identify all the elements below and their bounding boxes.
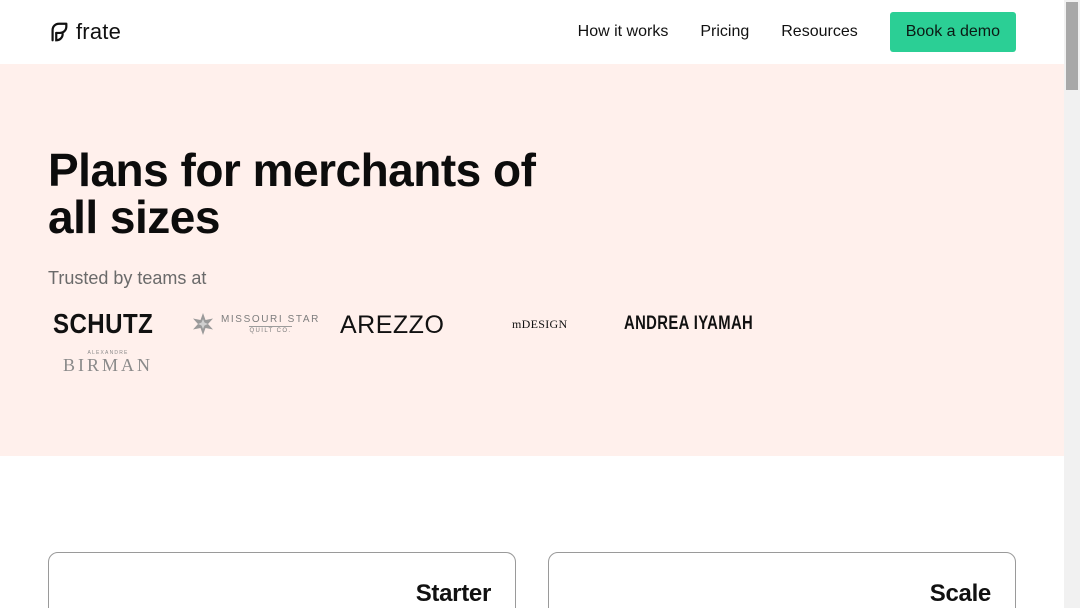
page-title: Plans for merchants of all sizes (48, 144, 536, 243)
missouri-star-name: MISSOURI STAR (221, 314, 320, 325)
site-header: frate How it works Pricing Resources Boo… (0, 0, 1064, 64)
alexandre-birman-logo: ALEXANDRE BIRMAN (63, 350, 153, 374)
pricing-page: frate How it works Pricing Resources Boo… (0, 0, 1064, 608)
andrea-iyamah-logo: ANDREA IYAMAH (624, 313, 753, 335)
schutz-logo-text: SCHUTZ (53, 308, 154, 339)
plan-card-scale: Scale (548, 552, 1016, 608)
scrollbar-thumb[interactable] (1066, 2, 1078, 90)
plan-title-scale: Scale (929, 580, 992, 607)
schutz-logo: SCHUTZ (53, 308, 153, 340)
missouri-star-logo: MISSOURI STAR QUILT CO. (191, 312, 320, 336)
frate-leaf-icon (51, 22, 68, 42)
quilt-star-icon (193, 313, 213, 335)
arezzo-logo-text: AREZZO (340, 311, 445, 339)
birman-logo-text: BIRMAN (63, 355, 154, 375)
missouri-star-sub: QUILT CO. (249, 326, 292, 334)
andrea-iyamah-logo-text: ANDREA IYAMAH (624, 313, 754, 334)
trusted-by-label: Trusted by teams at (48, 268, 207, 288)
missouri-star-text: MISSOURI STAR QUILT CO. (221, 314, 320, 334)
arezzo-logo: AREZZO (340, 311, 444, 340)
main-nav: How it works Pricing Resources Book a de… (578, 12, 1016, 52)
plan-title-starter: Starter (415, 580, 492, 607)
book-demo-button[interactable]: Book a demo (889, 12, 1016, 52)
mdesign-logo: mDESIGN (512, 317, 567, 332)
logo-text: frate (76, 19, 122, 44)
plan-card-starter: Starter (48, 552, 516, 608)
hero-section: Plans for merchants of all sizes Trusted… (0, 64, 1064, 456)
nav-how-it-works[interactable]: How it works (578, 12, 669, 52)
page-scrollbar[interactable] (1064, 0, 1080, 608)
frate-logo-link[interactable]: frate (48, 19, 121, 45)
nav-pricing[interactable]: Pricing (700, 12, 749, 52)
nav-resources[interactable]: Resources (781, 12, 857, 52)
mdesign-logo-text: mDESIGN (512, 317, 568, 331)
